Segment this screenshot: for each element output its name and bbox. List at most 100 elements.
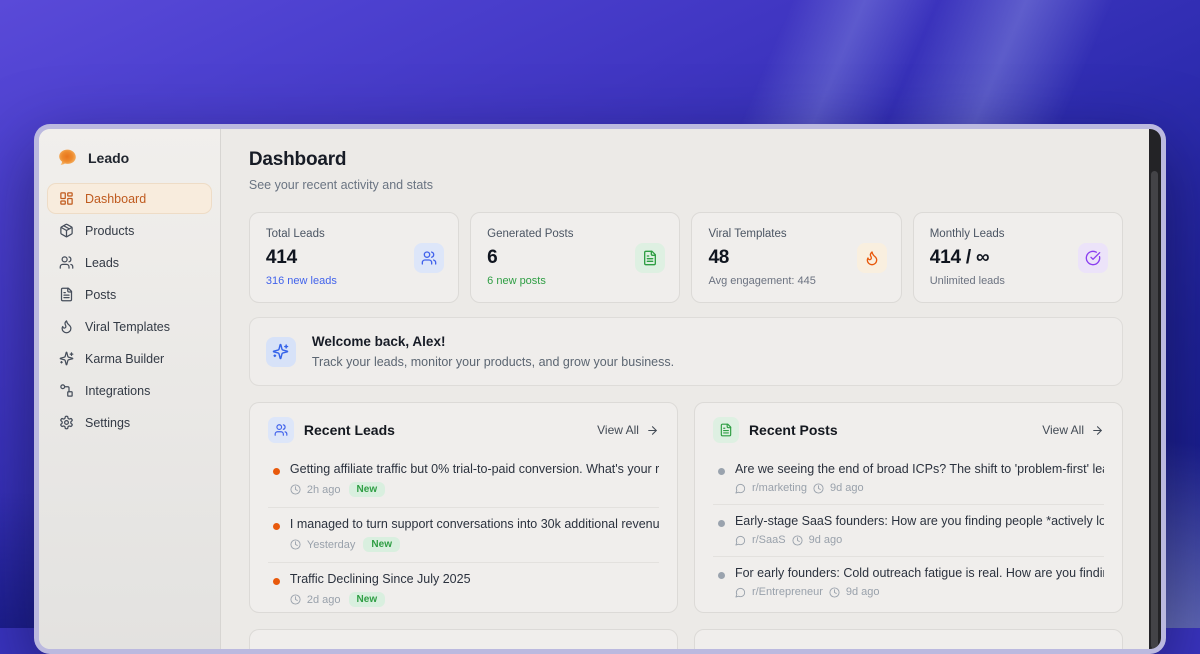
lead-time: Yesterday [307, 539, 356, 551]
recent-leads-panel: Recent Leads View All Getting affiliate … [249, 402, 678, 613]
stat-label: Viral Templates [708, 228, 884, 240]
view-all-posts-link[interactable]: View All [1042, 423, 1104, 437]
file-text-icon [59, 287, 74, 302]
post-subreddit: r/Entrepreneur [752, 586, 823, 598]
scrollbar-thumb[interactable] [1151, 171, 1158, 649]
message-bubble-icon [735, 535, 746, 546]
post-time: 9d ago [809, 534, 843, 546]
window-scrollbar[interactable] [1149, 129, 1161, 649]
lead-title: Traffic Declining Since July 2025 [290, 572, 659, 586]
post-list-item[interactable]: Are we seeing the end of broad ICPs? The… [713, 453, 1104, 504]
stat-card-generated-posts: Generated Posts 6 6 new posts [470, 212, 680, 303]
leado-logo-icon [57, 147, 78, 168]
sidebar-item-posts[interactable]: Posts [47, 279, 212, 310]
post-title: For early founders: Cold outreach fatigu… [735, 566, 1104, 580]
view-all-leads-link[interactable]: View All [597, 423, 659, 437]
app-logo: Leado [47, 139, 212, 182]
post-meta: r/Entrepreneur 9d ago [735, 586, 1104, 598]
post-title: Early-stage SaaS founders: How are you f… [735, 514, 1104, 528]
next-row-partial [249, 629, 1123, 649]
sidebar-item-label: Posts [85, 288, 116, 302]
new-badge: New [349, 482, 386, 497]
stat-subtext: 316 new leads [266, 275, 442, 287]
view-all-label: View All [1042, 423, 1084, 437]
sparkles-icon [59, 351, 74, 366]
clock-icon [290, 594, 301, 605]
app-window: Leado Dashboard Products Leads Posts Vir… [34, 124, 1166, 654]
stats-row: Total Leads 414 316 new leads Generated … [249, 212, 1123, 303]
new-badge: New [349, 592, 386, 607]
clock-icon [290, 484, 301, 495]
clock-icon [792, 535, 803, 546]
post-dot [718, 520, 725, 527]
recent-posts-panel: Recent Posts View All Are we seeing the … [694, 402, 1123, 613]
post-time: 9d ago [830, 482, 864, 494]
users-icon [59, 255, 74, 270]
post-title: Are we seeing the end of broad ICPs? The… [735, 462, 1104, 476]
posts-list: Are we seeing the end of broad ICPs? The… [713, 453, 1104, 608]
sidebar-item-label: Karma Builder [85, 352, 164, 366]
panel-header: Recent Leads View All [268, 417, 659, 443]
post-time: 9d ago [846, 586, 880, 598]
welcome-title: Welcome back, Alex! [312, 334, 674, 349]
sidebar-item-karma-builder[interactable]: Karma Builder [47, 343, 212, 374]
sidebar-item-settings[interactable]: Settings [47, 407, 212, 438]
post-list-item[interactable]: Early-stage SaaS founders: How are you f… [713, 504, 1104, 556]
partial-card [694, 629, 1123, 649]
post-list-item[interactable]: For early founders: Cold outreach fatigu… [713, 556, 1104, 608]
message-bubble-icon [735, 587, 746, 598]
stat-label: Monthly Leads [930, 228, 1106, 240]
clock-icon [813, 483, 824, 494]
sidebar-item-dashboard[interactable]: Dashboard [47, 183, 212, 214]
post-meta: r/SaaS 9d ago [735, 534, 1104, 546]
sidebar-item-leads[interactable]: Leads [47, 247, 212, 278]
lead-time: 2d ago [307, 594, 341, 606]
file-text-icon [635, 243, 665, 273]
sidebar-item-viral-templates[interactable]: Viral Templates [47, 311, 212, 342]
lead-list-item[interactable]: Getting affiliate traffic but 0% trial-t… [268, 453, 659, 507]
sidebar-item-label: Products [85, 224, 134, 238]
post-subreddit: r/marketing [752, 482, 807, 494]
leads-list: Getting affiliate traffic but 0% trial-t… [268, 453, 659, 613]
lead-list-item[interactable]: Traffic Declining Since July 2025 2d ago… [268, 562, 659, 613]
stat-subtext: Avg engagement: 445 [708, 275, 884, 287]
post-meta: r/marketing 9d ago [735, 482, 1104, 494]
sidebar-item-label: Integrations [85, 384, 150, 398]
partial-card [249, 629, 678, 649]
panels-row: Recent Leads View All Getting affiliate … [249, 402, 1123, 613]
sidebar-item-label: Dashboard [85, 192, 146, 206]
post-subreddit: r/SaaS [752, 534, 786, 546]
panel-title: Recent Posts [749, 422, 838, 438]
layout-dashboard-icon [59, 191, 74, 206]
gear-icon [59, 415, 74, 430]
nodes-icon [59, 383, 74, 398]
lead-list-item[interactable]: I managed to turn support conversations … [268, 507, 659, 562]
sidebar-item-products[interactable]: Products [47, 215, 212, 246]
welcome-subtitle: Track your leads, monitor your products,… [312, 355, 674, 369]
sidebar-item-label: Settings [85, 416, 130, 430]
lead-meta: Yesterday New [290, 537, 659, 552]
arrow-right-icon [1091, 424, 1104, 437]
stat-subtext: Unlimited leads [930, 275, 1106, 287]
sidebar-item-label: Viral Templates [85, 320, 170, 334]
clock-icon [290, 539, 301, 550]
stat-subtext: 6 new posts [487, 275, 663, 287]
lead-dot [273, 523, 280, 530]
lead-dot [273, 578, 280, 585]
package-icon [59, 223, 74, 238]
new-badge: New [363, 537, 400, 552]
file-text-icon [713, 417, 739, 443]
sidebar-item-integrations[interactable]: Integrations [47, 375, 212, 406]
lead-meta: 2h ago New [290, 482, 659, 497]
clock-icon [829, 587, 840, 598]
panel-header: Recent Posts View All [713, 417, 1104, 443]
welcome-text: Welcome back, Alex! Track your leads, mo… [312, 334, 674, 369]
message-bubble-icon [735, 483, 746, 494]
sidebar: Leado Dashboard Products Leads Posts Vir… [39, 129, 220, 649]
welcome-banner: Welcome back, Alex! Track your leads, mo… [249, 317, 1123, 386]
panel-title: Recent Leads [304, 422, 395, 438]
main-content: Dashboard See your recent activity and s… [221, 129, 1149, 649]
stat-label: Total Leads [266, 228, 442, 240]
page-subtitle: See your recent activity and stats [249, 178, 1123, 192]
flame-icon [857, 243, 887, 273]
